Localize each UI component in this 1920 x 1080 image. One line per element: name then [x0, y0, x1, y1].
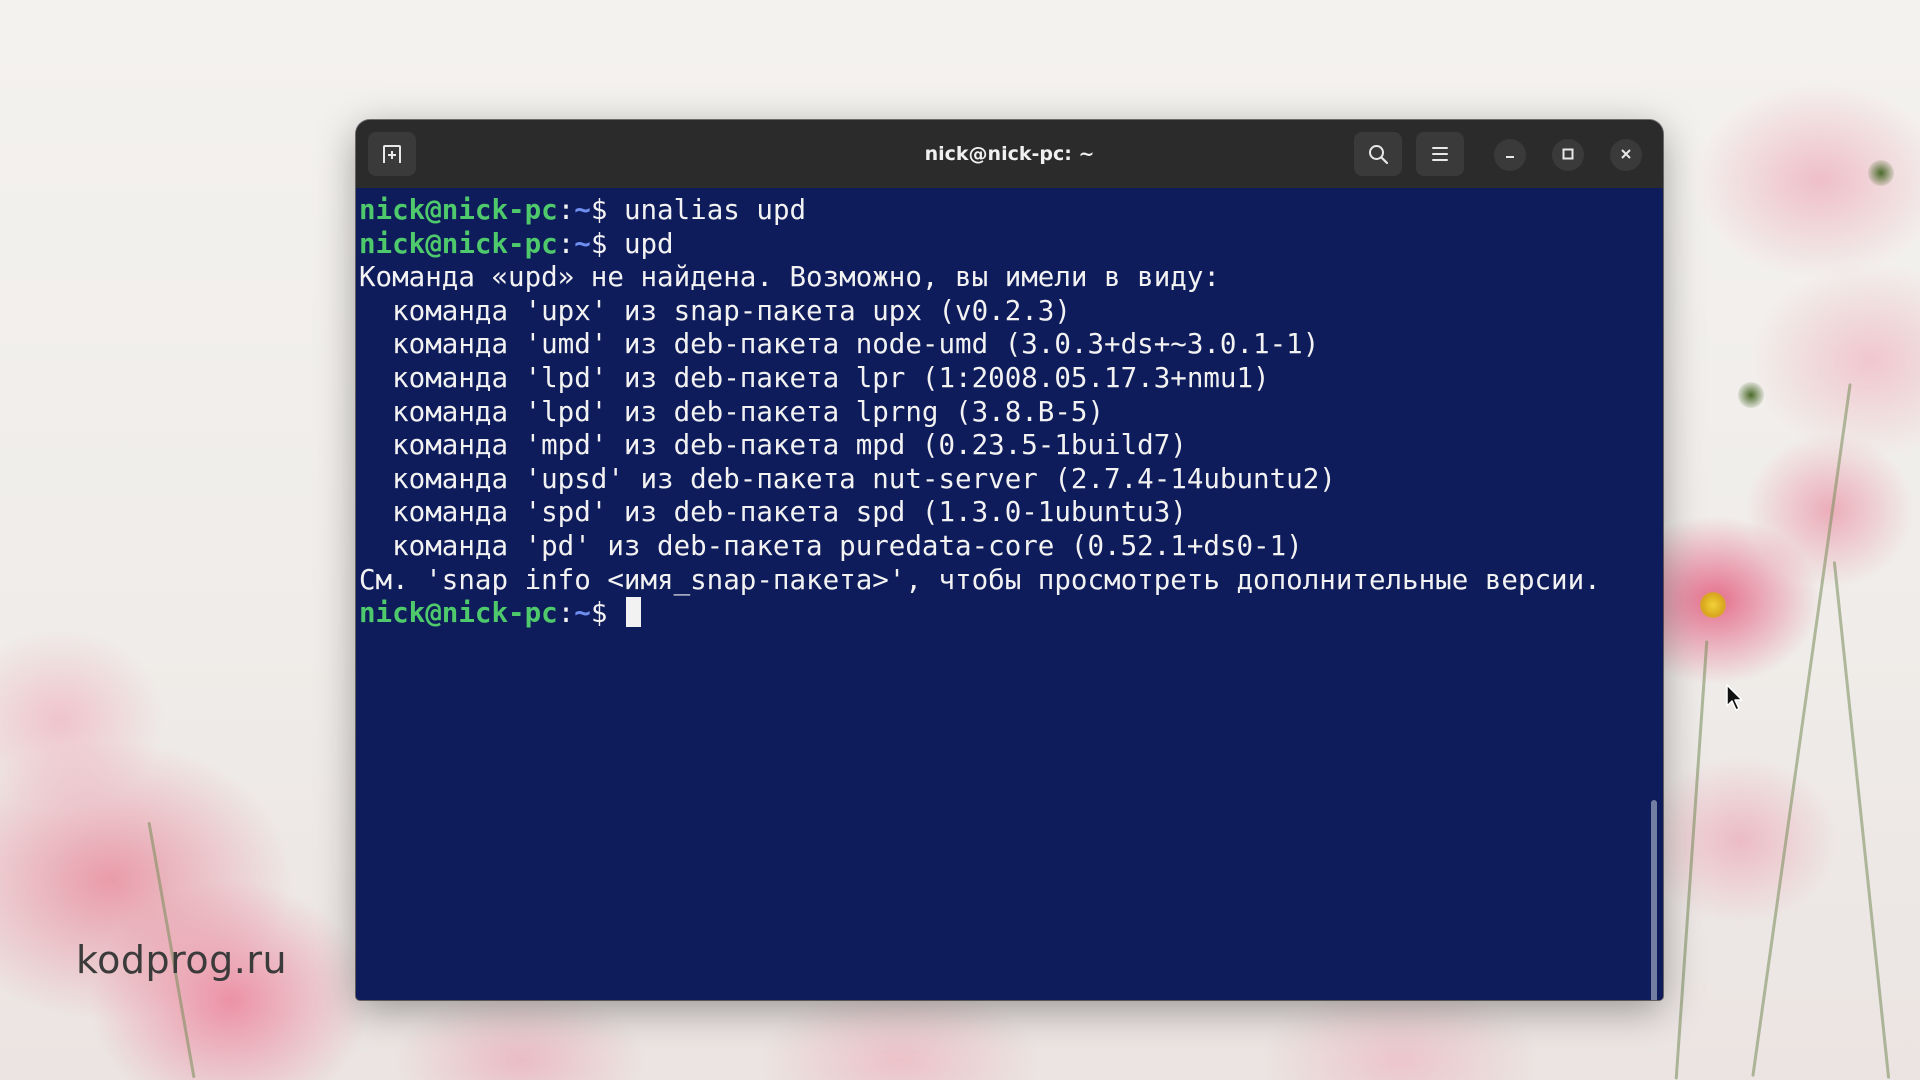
prompt-path: ~ [574, 227, 591, 260]
new-tab-button[interactable] [368, 132, 416, 176]
window-title: nick@nick-pc: ~ [924, 143, 1095, 165]
background-flower-stem [1832, 561, 1891, 1079]
command-line: nick@nick-pc:~$ unalias upd [359, 194, 1663, 228]
search-icon [1367, 143, 1389, 165]
background-flower-stem [1751, 383, 1852, 1077]
output-line: команда 'upsd' из deb-пакета nut-server … [359, 462, 1336, 495]
current-prompt-line[interactable]: nick@nick-pc:~$ [359, 597, 1663, 631]
prompt-path: ~ [574, 194, 591, 226]
new-tab-icon [381, 143, 403, 165]
text-cursor [625, 597, 641, 628]
output-line: команда 'umd' из deb-пакета node-umd (3.… [359, 328, 1320, 361]
maximize-button[interactable] [1552, 139, 1584, 171]
prompt-separator: : [557, 597, 575, 630]
hamburger-menu-icon [1430, 145, 1450, 163]
prompt-user: nick@nick-pc [359, 597, 558, 630]
search-button[interactable] [1354, 132, 1402, 176]
output-line: Команда «upd» не найдена. Возможно, вы и… [359, 261, 1220, 294]
output-line: команда 'lpd' из deb-пакета lprng (3.8.B… [359, 395, 1105, 428]
prompt-symbol: $ [590, 227, 624, 260]
prompt-path: ~ [574, 597, 591, 630]
output-line: команда 'upx' из snap-пакета upx (v0.2.3… [359, 294, 1071, 327]
prompt-user: nick@nick-pc [359, 194, 558, 226]
mouse-pointer-icon [1726, 684, 1744, 716]
close-button[interactable] [1610, 139, 1642, 171]
command-text: unalias upd [623, 194, 807, 226]
vertical-scrollbar[interactable] [1651, 800, 1657, 1000]
output-line: См. 'snap info <имя_snap-пакета>', чтобы… [359, 563, 1601, 596]
background-flower-center [1868, 160, 1894, 186]
command-line: nick@nick-pc:~$ upd [359, 228, 1663, 262]
menu-button[interactable] [1416, 132, 1464, 176]
output-line: команда 'mpd' из deb-пакета mpd (0.23.5-… [359, 429, 1187, 462]
close-icon [1619, 146, 1633, 165]
terminal-output-area[interactable]: nick@nick-pc:~$ unalias upd nick@nick-pc… [356, 188, 1663, 1000]
output-line: команда 'spd' из deb-пакета spd (1.3.0-1… [359, 496, 1187, 529]
terminal-window[interactable]: nick@nick-pc: ~ nick@nick-pc:~$ unalias … [356, 120, 1663, 1000]
prompt-separator: : [557, 194, 575, 226]
maximize-icon [1561, 146, 1575, 165]
prompt-user: nick@nick-pc [359, 227, 558, 260]
background-flower-center [1738, 382, 1764, 408]
title-bar[interactable]: nick@nick-pc: ~ [356, 120, 1663, 188]
minimize-button[interactable] [1494, 139, 1526, 171]
prompt-symbol: $ [590, 194, 624, 226]
watermark-text: kodprog.ru [76, 938, 288, 982]
background-flower-center [1700, 592, 1726, 618]
command-text: upd [623, 227, 674, 260]
prompt-symbol: $ [590, 597, 624, 630]
output-line: команда 'pd' из deb-пакета puredata-core… [359, 529, 1303, 562]
background-flower-stem [1674, 640, 1709, 1080]
minimize-icon [1503, 146, 1517, 165]
prompt-separator: : [557, 227, 575, 260]
output-line: команда 'lpd' из deb-пакета lpr (1:2008.… [359, 361, 1270, 394]
